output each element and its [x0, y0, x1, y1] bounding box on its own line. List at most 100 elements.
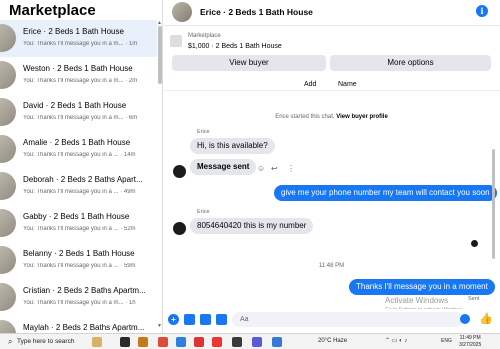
plus-icon[interactable]: + [168, 314, 179, 325]
system-message-text: Erice started this chat. [275, 114, 335, 120]
avatar [0, 98, 16, 126]
windows-taskbar: ⌕ Type here to search 20°C Haze ⌃ ▭ ◐ ♪ … [0, 333, 500, 349]
listing-label: Marketplace [188, 33, 221, 39]
clock-date: 3/27/2025 [459, 341, 482, 348]
app-icon[interactable] [92, 337, 102, 347]
outgoing-message: Thanks I'll message you in a moment [349, 279, 495, 295]
conversation-snippet: You: Thanks I'll message you in a m... ·… [23, 300, 136, 306]
avatar [0, 24, 16, 52]
message-thread: Erice started this chat. View buyer prof… [163, 90, 500, 313]
avatar [173, 165, 186, 178]
conversation-item[interactable]: Deborah · 2 Beds 2 Baths Apart... You: T… [0, 168, 157, 205]
view-buyer-profile-link[interactable]: View buyer profile [336, 114, 388, 120]
incoming-message: Message sent [190, 159, 257, 175]
gif-icon[interactable] [216, 314, 227, 325]
file-explorer-icon[interactable] [138, 337, 148, 347]
activate-windows-watermark: Activate Windows [385, 296, 449, 305]
contact-bar: Add Name [163, 78, 500, 88]
outgoing-message: give me your phone number my team will c… [274, 185, 497, 201]
view-buyer-button[interactable]: View buyer [172, 55, 326, 71]
clock[interactable]: 11:49 PM 3/27/2025 [459, 335, 481, 348]
conversation-name: Cristian · 2 Beds 2 Baths Apartm... [23, 286, 146, 295]
app-icon[interactable] [212, 337, 222, 347]
listing-price: $1,000 · 2 Beds 1 Bath House [188, 43, 282, 50]
conversation-snippet: You: Thanks I'll message you in a ... · … [23, 152, 136, 158]
conversation-name: David · 2 Beds 1 Bath House [23, 101, 127, 110]
conversation-snippet: You: Thanks I'll message you in a m... ·… [23, 115, 138, 121]
sidebar-scrollbar[interactable] [158, 26, 162, 84]
edge-icon[interactable] [176, 337, 186, 347]
conversation-name: Amalie · 2 Beds 1 Bath House [23, 138, 131, 147]
conversation-item[interactable]: Maylah · 2 Beds 2 Baths Apartm... [0, 316, 157, 333]
app-icon[interactable] [252, 337, 262, 347]
avatar [0, 172, 16, 200]
conversation-name: Erice · 2 Beds 1 Bath House [23, 27, 124, 36]
app-icon[interactable] [272, 337, 282, 347]
system-message: Erice started this chat. View buyer prof… [163, 114, 500, 120]
reply-icon[interactable]: ↩ [271, 164, 278, 173]
conversation-snippet: You: Thanks I'll message you in a ... · … [23, 263, 136, 269]
avatar [0, 283, 16, 311]
search-icon[interactable]: ⌕ [8, 337, 12, 347]
sidebar-title: Marketplace [9, 2, 96, 19]
message-timestamp: 11:48 PM [318, 263, 345, 269]
info-icon[interactable]: i [476, 5, 488, 17]
conversation-list: Erice · 2 Beds 1 Bath House You: Thanks … [0, 20, 157, 333]
sender-name: Erice [197, 129, 210, 135]
conversation-item[interactable]: Gabby · 2 Beds 1 Bath House You: Thanks … [0, 205, 157, 242]
system-tray[interactable]: ⌃ ▭ ◐ ♪ [385, 337, 407, 344]
conversation-item[interactable]: Belanny · 2 Beds 1 Bath House You: Thank… [0, 242, 157, 279]
message-composer: + Aa 👍 [163, 309, 500, 333]
thread-scrollbar[interactable] [492, 149, 495, 259]
incoming-message: Hi, is this available? [190, 138, 275, 154]
conversation-snippet: You: Thanks I'll message you in a ... · … [23, 189, 136, 195]
conversation-name: Deborah · 2 Beds 2 Baths Apart... [23, 175, 143, 184]
avatar [0, 135, 16, 163]
name-label[interactable]: Name [338, 81, 357, 88]
avatar [0, 61, 16, 89]
conversation-snippet: You: Thanks I'll message you in a m... ·… [23, 41, 138, 47]
record-icon[interactable] [194, 337, 204, 347]
message-input[interactable]: Aa [232, 312, 464, 327]
conversation-sidebar: Marketplace ▲ Erice · 2 Beds 1 Bath Hous… [0, 0, 163, 333]
listing-summary[interactable]: Marketplace $1,000 · 2 Beds 1 Bath House [169, 31, 489, 55]
app-icon[interactable] [232, 337, 242, 347]
more-icon[interactable]: ⋮ [287, 164, 295, 173]
sent-status: Sent [468, 296, 480, 302]
conversation-item[interactable]: Weston · 2 Beds 1 Bath House You: Thanks… [0, 57, 157, 94]
listing-thumbnail [170, 35, 182, 47]
conversation-item[interactable]: Cristian · 2 Beds 2 Baths Apartm... You:… [0, 279, 157, 316]
conversation-item[interactable]: Amalie · 2 Beds 1 Bath House You: Thanks… [0, 131, 157, 168]
avatar [173, 222, 186, 235]
conversation-snippet: You: Thanks I'll message you in a ... · … [23, 226, 136, 232]
conversation-name: Gabby · 2 Beds 1 Bath House [23, 212, 130, 221]
clock-time: 11:49 PM [459, 335, 481, 341]
add-label[interactable]: Add [304, 81, 316, 88]
conversation-name: Weston · 2 Beds 1 Bath House [23, 64, 133, 73]
messenger-window: Marketplace ▲ Erice · 2 Beds 1 Bath Hous… [0, 0, 500, 333]
image-icon[interactable] [184, 314, 195, 325]
conversation-item[interactable]: David · 2 Beds 1 Bath House You: Thanks … [0, 94, 157, 131]
incoming-message: 8054640420 this is my number [190, 218, 314, 234]
conversation-name: Maylah · 2 Beds 2 Baths Apartm... [23, 323, 145, 332]
more-options-button[interactable]: More options [330, 55, 491, 71]
avatar [0, 320, 16, 333]
language-indicator[interactable]: ENG [441, 338, 452, 344]
chat-header: Erice · 2 Beds 1 Bath House i [163, 0, 500, 26]
scroll-down-arrow[interactable]: ▼ [157, 323, 162, 329]
avatar [0, 246, 16, 274]
react-icon[interactable]: ☺ [257, 164, 265, 173]
task-view-icon[interactable] [120, 337, 130, 347]
chat-title[interactable]: Erice · 2 Beds 1 Bath House [200, 7, 313, 17]
sticker-icon[interactable] [200, 314, 211, 325]
conversation-name: Belanny · 2 Beds 1 Bath House [23, 249, 135, 258]
seen-indicator [471, 240, 478, 247]
thumbs-up-icon[interactable]: 👍 [479, 312, 493, 325]
taskbar-search[interactable]: Type here to search [17, 338, 74, 345]
weather-widget[interactable]: 20°C Haze [318, 338, 347, 344]
avatar[interactable] [172, 2, 192, 22]
emoji-icon[interactable] [460, 314, 470, 324]
conversation-item[interactable]: Erice · 2 Beds 1 Bath House You: Thanks … [0, 20, 157, 57]
sender-name: Erice [197, 209, 210, 215]
chrome-icon[interactable] [158, 337, 168, 347]
